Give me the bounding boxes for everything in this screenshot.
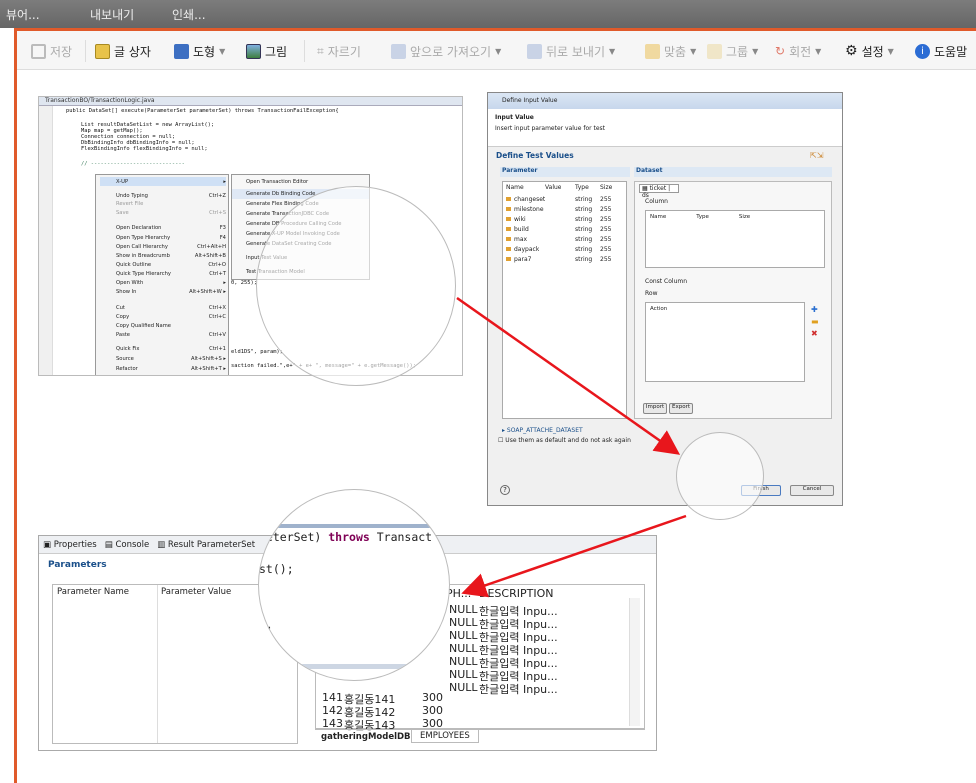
arrow [461,514,687,598]
annotation-arrows [456,296,687,598]
arrow [456,296,681,455]
